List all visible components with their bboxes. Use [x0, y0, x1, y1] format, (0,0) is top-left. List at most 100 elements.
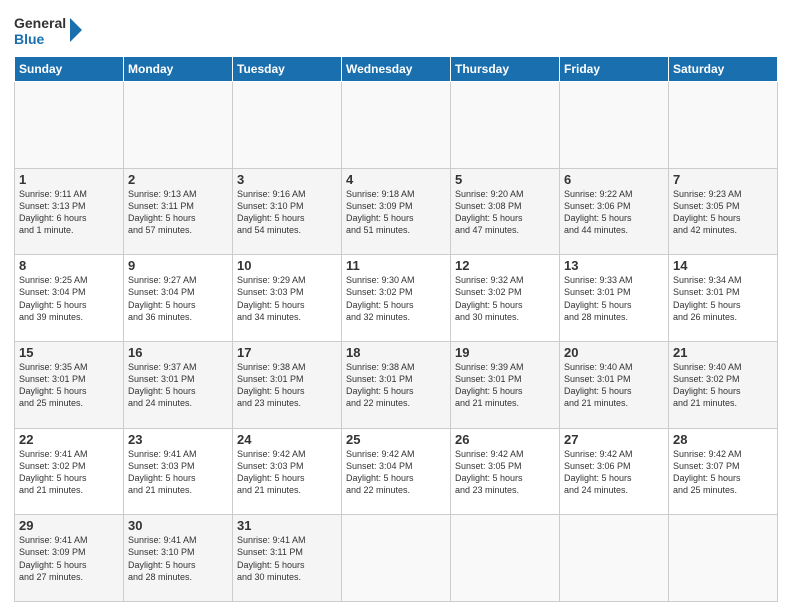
day-info: Sunrise: 9:22 AM Sunset: 3:06 PM Dayligh… [564, 188, 664, 237]
calendar-cell [233, 82, 342, 169]
calendar-cell: 14Sunrise: 9:34 AM Sunset: 3:01 PM Dayli… [669, 255, 778, 342]
day-number: 3 [237, 172, 337, 187]
day-info: Sunrise: 9:32 AM Sunset: 3:02 PM Dayligh… [455, 274, 555, 323]
calendar-cell: 21Sunrise: 9:40 AM Sunset: 3:02 PM Dayli… [669, 341, 778, 428]
day-info: Sunrise: 9:41 AM Sunset: 3:11 PM Dayligh… [237, 534, 337, 583]
day-info: Sunrise: 9:42 AM Sunset: 3:04 PM Dayligh… [346, 448, 446, 497]
calendar-cell: 8Sunrise: 9:25 AM Sunset: 3:04 PM Daylig… [15, 255, 124, 342]
calendar-cell [451, 515, 560, 602]
logo-svg: GeneralBlue [14, 12, 84, 48]
day-info: Sunrise: 9:13 AM Sunset: 3:11 PM Dayligh… [128, 188, 228, 237]
day-number: 15 [19, 345, 119, 360]
calendar-cell: 13Sunrise: 9:33 AM Sunset: 3:01 PM Dayli… [560, 255, 669, 342]
header: GeneralBlue [14, 12, 778, 48]
calendar-cell [669, 82, 778, 169]
day-number: 10 [237, 258, 337, 273]
day-info: Sunrise: 9:16 AM Sunset: 3:10 PM Dayligh… [237, 188, 337, 237]
day-info: Sunrise: 9:33 AM Sunset: 3:01 PM Dayligh… [564, 274, 664, 323]
calendar-cell [342, 82, 451, 169]
day-number: 23 [128, 432, 228, 447]
calendar-cell [560, 515, 669, 602]
day-number: 20 [564, 345, 664, 360]
calendar-week-2: 8Sunrise: 9:25 AM Sunset: 3:04 PM Daylig… [15, 255, 778, 342]
day-info: Sunrise: 9:20 AM Sunset: 3:08 PM Dayligh… [455, 188, 555, 237]
day-info: Sunrise: 9:23 AM Sunset: 3:05 PM Dayligh… [673, 188, 773, 237]
calendar-cell: 2Sunrise: 9:13 AM Sunset: 3:11 PM Daylig… [124, 168, 233, 255]
day-number: 29 [19, 518, 119, 533]
calendar-cell [669, 515, 778, 602]
col-header-wednesday: Wednesday [342, 57, 451, 82]
calendar-cell: 31Sunrise: 9:41 AM Sunset: 3:11 PM Dayli… [233, 515, 342, 602]
calendar-header-row: SundayMondayTuesdayWednesdayThursdayFrid… [15, 57, 778, 82]
day-number: 16 [128, 345, 228, 360]
calendar-week-1: 1Sunrise: 9:11 AM Sunset: 3:13 PM Daylig… [15, 168, 778, 255]
calendar-cell: 11Sunrise: 9:30 AM Sunset: 3:02 PM Dayli… [342, 255, 451, 342]
day-number: 7 [673, 172, 773, 187]
day-info: Sunrise: 9:40 AM Sunset: 3:02 PM Dayligh… [673, 361, 773, 410]
calendar-cell: 15Sunrise: 9:35 AM Sunset: 3:01 PM Dayli… [15, 341, 124, 428]
calendar-cell: 20Sunrise: 9:40 AM Sunset: 3:01 PM Dayli… [560, 341, 669, 428]
col-header-sunday: Sunday [15, 57, 124, 82]
day-number: 2 [128, 172, 228, 187]
day-number: 11 [346, 258, 446, 273]
calendar-cell: 9Sunrise: 9:27 AM Sunset: 3:04 PM Daylig… [124, 255, 233, 342]
svg-text:Blue: Blue [14, 31, 45, 47]
day-info: Sunrise: 9:41 AM Sunset: 3:10 PM Dayligh… [128, 534, 228, 583]
day-info: Sunrise: 9:41 AM Sunset: 3:03 PM Dayligh… [128, 448, 228, 497]
day-number: 19 [455, 345, 555, 360]
day-info: Sunrise: 9:40 AM Sunset: 3:01 PM Dayligh… [564, 361, 664, 410]
day-number: 18 [346, 345, 446, 360]
calendar-cell: 22Sunrise: 9:41 AM Sunset: 3:02 PM Dayli… [15, 428, 124, 515]
day-number: 5 [455, 172, 555, 187]
calendar-cell [560, 82, 669, 169]
day-info: Sunrise: 9:30 AM Sunset: 3:02 PM Dayligh… [346, 274, 446, 323]
day-number: 17 [237, 345, 337, 360]
day-info: Sunrise: 9:41 AM Sunset: 3:02 PM Dayligh… [19, 448, 119, 497]
calendar-cell: 7Sunrise: 9:23 AM Sunset: 3:05 PM Daylig… [669, 168, 778, 255]
calendar-cell: 12Sunrise: 9:32 AM Sunset: 3:02 PM Dayli… [451, 255, 560, 342]
calendar-cell [451, 82, 560, 169]
day-info: Sunrise: 9:11 AM Sunset: 3:13 PM Dayligh… [19, 188, 119, 237]
calendar-cell: 4Sunrise: 9:18 AM Sunset: 3:09 PM Daylig… [342, 168, 451, 255]
calendar-cell: 6Sunrise: 9:22 AM Sunset: 3:06 PM Daylig… [560, 168, 669, 255]
calendar-cell: 23Sunrise: 9:41 AM Sunset: 3:03 PM Dayli… [124, 428, 233, 515]
calendar-table: SundayMondayTuesdayWednesdayThursdayFrid… [14, 56, 778, 602]
day-info: Sunrise: 9:34 AM Sunset: 3:01 PM Dayligh… [673, 274, 773, 323]
svg-text:General: General [14, 15, 66, 31]
day-number: 4 [346, 172, 446, 187]
calendar-cell: 29Sunrise: 9:41 AM Sunset: 3:09 PM Dayli… [15, 515, 124, 602]
day-info: Sunrise: 9:27 AM Sunset: 3:04 PM Dayligh… [128, 274, 228, 323]
day-info: Sunrise: 9:38 AM Sunset: 3:01 PM Dayligh… [237, 361, 337, 410]
day-number: 13 [564, 258, 664, 273]
day-info: Sunrise: 9:42 AM Sunset: 3:07 PM Dayligh… [673, 448, 773, 497]
calendar-week-0 [15, 82, 778, 169]
calendar-week-3: 15Sunrise: 9:35 AM Sunset: 3:01 PM Dayli… [15, 341, 778, 428]
day-number: 26 [455, 432, 555, 447]
day-info: Sunrise: 9:29 AM Sunset: 3:03 PM Dayligh… [237, 274, 337, 323]
day-number: 30 [128, 518, 228, 533]
day-info: Sunrise: 9:42 AM Sunset: 3:06 PM Dayligh… [564, 448, 664, 497]
day-info: Sunrise: 9:39 AM Sunset: 3:01 PM Dayligh… [455, 361, 555, 410]
calendar-cell: 17Sunrise: 9:38 AM Sunset: 3:01 PM Dayli… [233, 341, 342, 428]
calendar-week-4: 22Sunrise: 9:41 AM Sunset: 3:02 PM Dayli… [15, 428, 778, 515]
day-info: Sunrise: 9:38 AM Sunset: 3:01 PM Dayligh… [346, 361, 446, 410]
calendar-week-5: 29Sunrise: 9:41 AM Sunset: 3:09 PM Dayli… [15, 515, 778, 602]
day-number: 8 [19, 258, 119, 273]
calendar-cell: 26Sunrise: 9:42 AM Sunset: 3:05 PM Dayli… [451, 428, 560, 515]
calendar-cell [124, 82, 233, 169]
calendar-cell: 25Sunrise: 9:42 AM Sunset: 3:04 PM Dayli… [342, 428, 451, 515]
calendar-cell [342, 515, 451, 602]
day-number: 9 [128, 258, 228, 273]
day-info: Sunrise: 9:41 AM Sunset: 3:09 PM Dayligh… [19, 534, 119, 583]
day-number: 28 [673, 432, 773, 447]
day-number: 1 [19, 172, 119, 187]
calendar-cell: 5Sunrise: 9:20 AM Sunset: 3:08 PM Daylig… [451, 168, 560, 255]
calendar-cell: 3Sunrise: 9:16 AM Sunset: 3:10 PM Daylig… [233, 168, 342, 255]
day-number: 25 [346, 432, 446, 447]
day-number: 24 [237, 432, 337, 447]
logo: GeneralBlue [14, 12, 84, 48]
day-number: 6 [564, 172, 664, 187]
day-info: Sunrise: 9:25 AM Sunset: 3:04 PM Dayligh… [19, 274, 119, 323]
calendar-cell: 30Sunrise: 9:41 AM Sunset: 3:10 PM Dayli… [124, 515, 233, 602]
calendar-cell: 16Sunrise: 9:37 AM Sunset: 3:01 PM Dayli… [124, 341, 233, 428]
